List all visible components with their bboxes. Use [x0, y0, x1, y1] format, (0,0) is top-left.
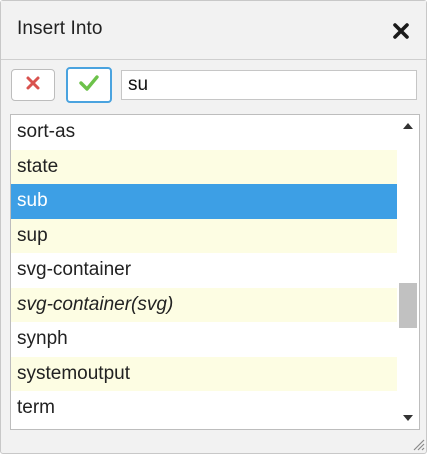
ok-button[interactable]: [66, 67, 112, 103]
close-icon[interactable]: [389, 19, 413, 43]
element-listbox[interactable]: sort-as state sub sup svg-container svg-…: [10, 114, 420, 430]
list-item[interactable]: svg-container(svg): [11, 287, 397, 322]
list-item[interactable]: sort-as: [11, 115, 397, 150]
x-icon: [25, 75, 41, 96]
insert-into-dialog: Insert Into sort-as state: [0, 0, 427, 454]
dialog-title: Insert Into: [17, 18, 103, 39]
cancel-button[interactable]: [11, 69, 55, 101]
toolbar: [1, 61, 426, 111]
list-item[interactable]: term: [11, 391, 397, 426]
list-item[interactable]: sup: [11, 218, 397, 253]
resize-grip-icon[interactable]: [411, 437, 425, 451]
scrollbar-thumb[interactable]: [399, 283, 417, 328]
list-item-selected[interactable]: sub: [11, 184, 397, 219]
checkmark-icon: [79, 74, 99, 97]
list-item[interactable]: synph: [11, 322, 397, 357]
list-item[interactable]: systemoutput: [11, 356, 397, 391]
search-input[interactable]: [121, 70, 417, 100]
chevron-down-icon[interactable]: [402, 412, 414, 424]
vertical-scrollbar[interactable]: [397, 115, 419, 429]
chevron-up-icon[interactable]: [402, 119, 414, 131]
list-item[interactable]: svg-container: [11, 253, 397, 288]
element-list: sort-as state sub sup svg-container svg-…: [11, 115, 397, 426]
dialog-titlebar: Insert Into: [1, 1, 426, 60]
list-item[interactable]: state: [11, 149, 397, 184]
